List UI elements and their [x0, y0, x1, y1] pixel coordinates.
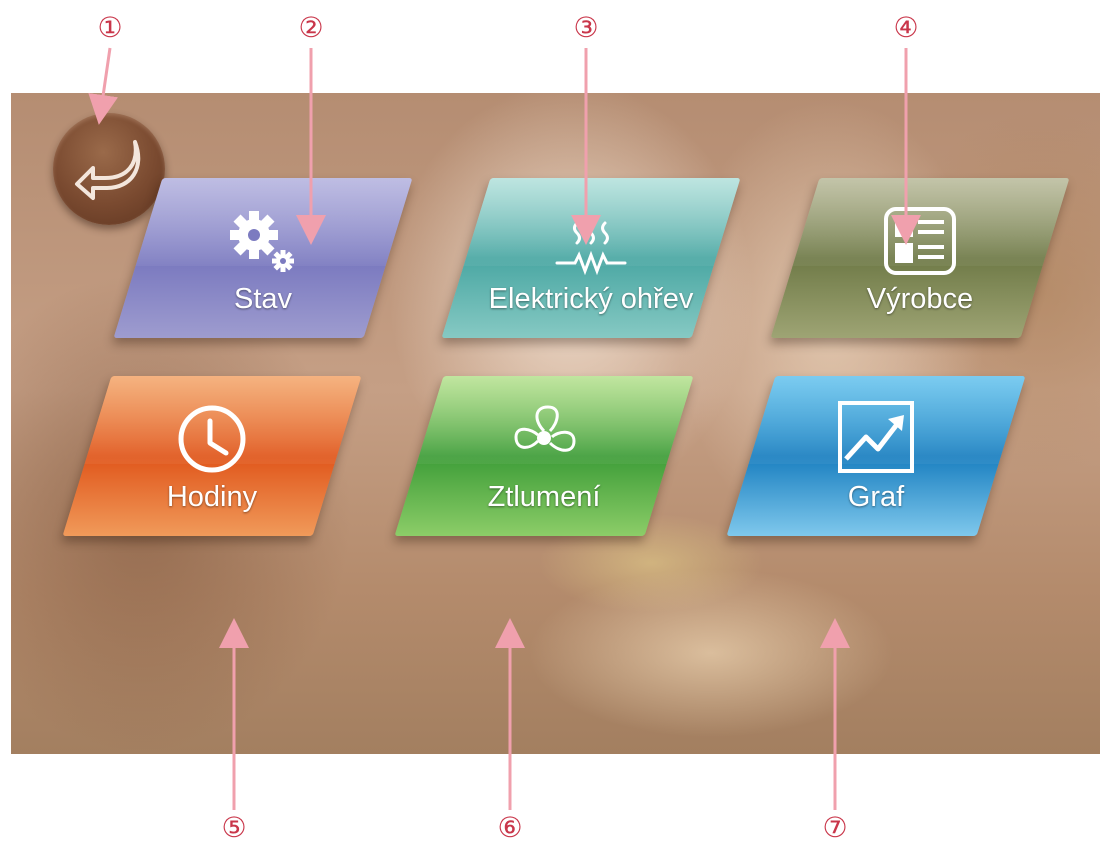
callout-3: ③ — [573, 13, 599, 44]
callout-1: ① — [97, 13, 123, 44]
callout-5: ⑤ — [221, 813, 247, 844]
callout-6: ⑥ — [497, 813, 523, 844]
callout-2: ② — [298, 13, 324, 44]
callout-7: ⑦ — [822, 813, 848, 844]
callout-4: ④ — [893, 13, 919, 44]
callout-arrows — [88, 47, 921, 810]
